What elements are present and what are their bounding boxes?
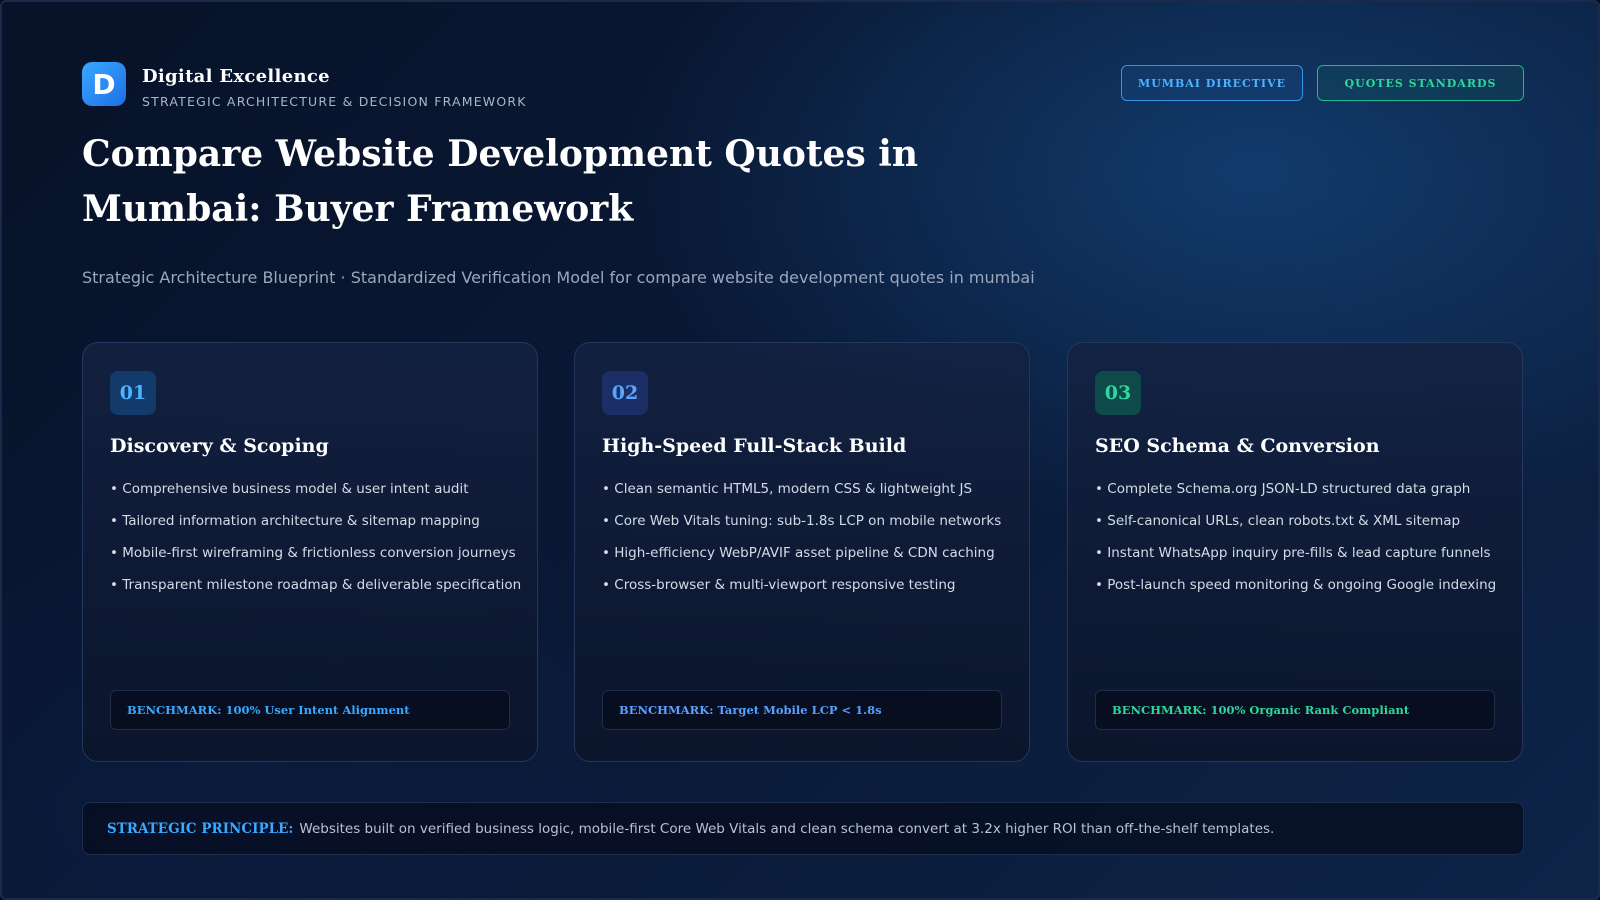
card-title: SEO Schema & Conversion (1095, 435, 1380, 457)
benchmark-badge: BENCHMARK: 100% User Intent Alignment (110, 690, 510, 730)
list-item: Tailored information architecture & site… (110, 511, 521, 543)
card-seo-schema: 03 SEO Schema & Conversion Complete Sche… (1067, 342, 1523, 762)
card-number-badge: 01 (110, 371, 156, 415)
principle-label: STRATEGIC PRINCIPLE: (107, 820, 294, 837)
list-item: Mobile-first wireframing & frictionless … (110, 543, 521, 575)
logo-letter: D (92, 67, 116, 101)
card-discovery: 01 Discovery & Scoping Comprehensive bus… (82, 342, 538, 762)
card-bullet-list: Clean semantic HTML5, modern CSS & light… (602, 479, 1001, 607)
card-full-stack-build: 02 High-Speed Full-Stack Build Clean sem… (574, 342, 1030, 762)
principle-text: Websites built on verified business logi… (299, 820, 1275, 837)
brand-subtitle: STRATEGIC ARCHITECTURE & DECISION FRAMEW… (142, 94, 527, 109)
strategic-principle-banner: STRATEGIC PRINCIPLE: Websites built on v… (82, 802, 1524, 855)
tag-quotes-standards[interactable]: QUOTES STANDARDS (1317, 65, 1524, 101)
slide-frame: D Digital Excellence STRATEGIC ARCHITECT… (0, 0, 1600, 900)
page-title: Compare Website Development Quotes in Mu… (82, 133, 919, 230)
card-bullet-list: Comprehensive business model & user inte… (110, 479, 521, 607)
card-title: High-Speed Full-Stack Build (602, 435, 907, 457)
list-item: Transparent milestone roadmap & delivera… (110, 575, 521, 607)
benchmark-badge: BENCHMARK: Target Mobile LCP < 1.8s (602, 690, 1002, 730)
list-item: Instant WhatsApp inquiry pre-fills & lea… (1095, 543, 1496, 575)
list-item: Self-canonical URLs, clean robots.txt & … (1095, 511, 1496, 543)
list-item: Cross-browser & multi-viewport responsiv… (602, 575, 1001, 607)
page-subtitle: Strategic Architecture Blueprint · Stand… (82, 268, 1035, 287)
list-item: Comprehensive business model & user inte… (110, 479, 521, 511)
card-number-badge: 02 (602, 371, 648, 415)
brand-title: Digital Excellence (142, 66, 330, 87)
list-item: High-efficiency WebP/AVIF asset pipeline… (602, 543, 1001, 575)
card-number-badge: 03 (1095, 371, 1141, 415)
card-title: Discovery & Scoping (110, 435, 329, 457)
list-item: Clean semantic HTML5, modern CSS & light… (602, 479, 1001, 511)
card-bullet-list: Complete Schema.org JSON-LD structured d… (1095, 479, 1496, 607)
list-item: Post-launch speed monitoring & ongoing G… (1095, 575, 1496, 607)
benchmark-badge: BENCHMARK: 100% Organic Rank Compliant (1095, 690, 1495, 730)
brand-logo: D (82, 62, 126, 106)
list-item: Core Web Vitals tuning: sub-1.8s LCP on … (602, 511, 1001, 543)
tag-mumbai-directive[interactable]: MUMBAI DIRECTIVE (1121, 65, 1303, 101)
list-item: Complete Schema.org JSON-LD structured d… (1095, 479, 1496, 511)
